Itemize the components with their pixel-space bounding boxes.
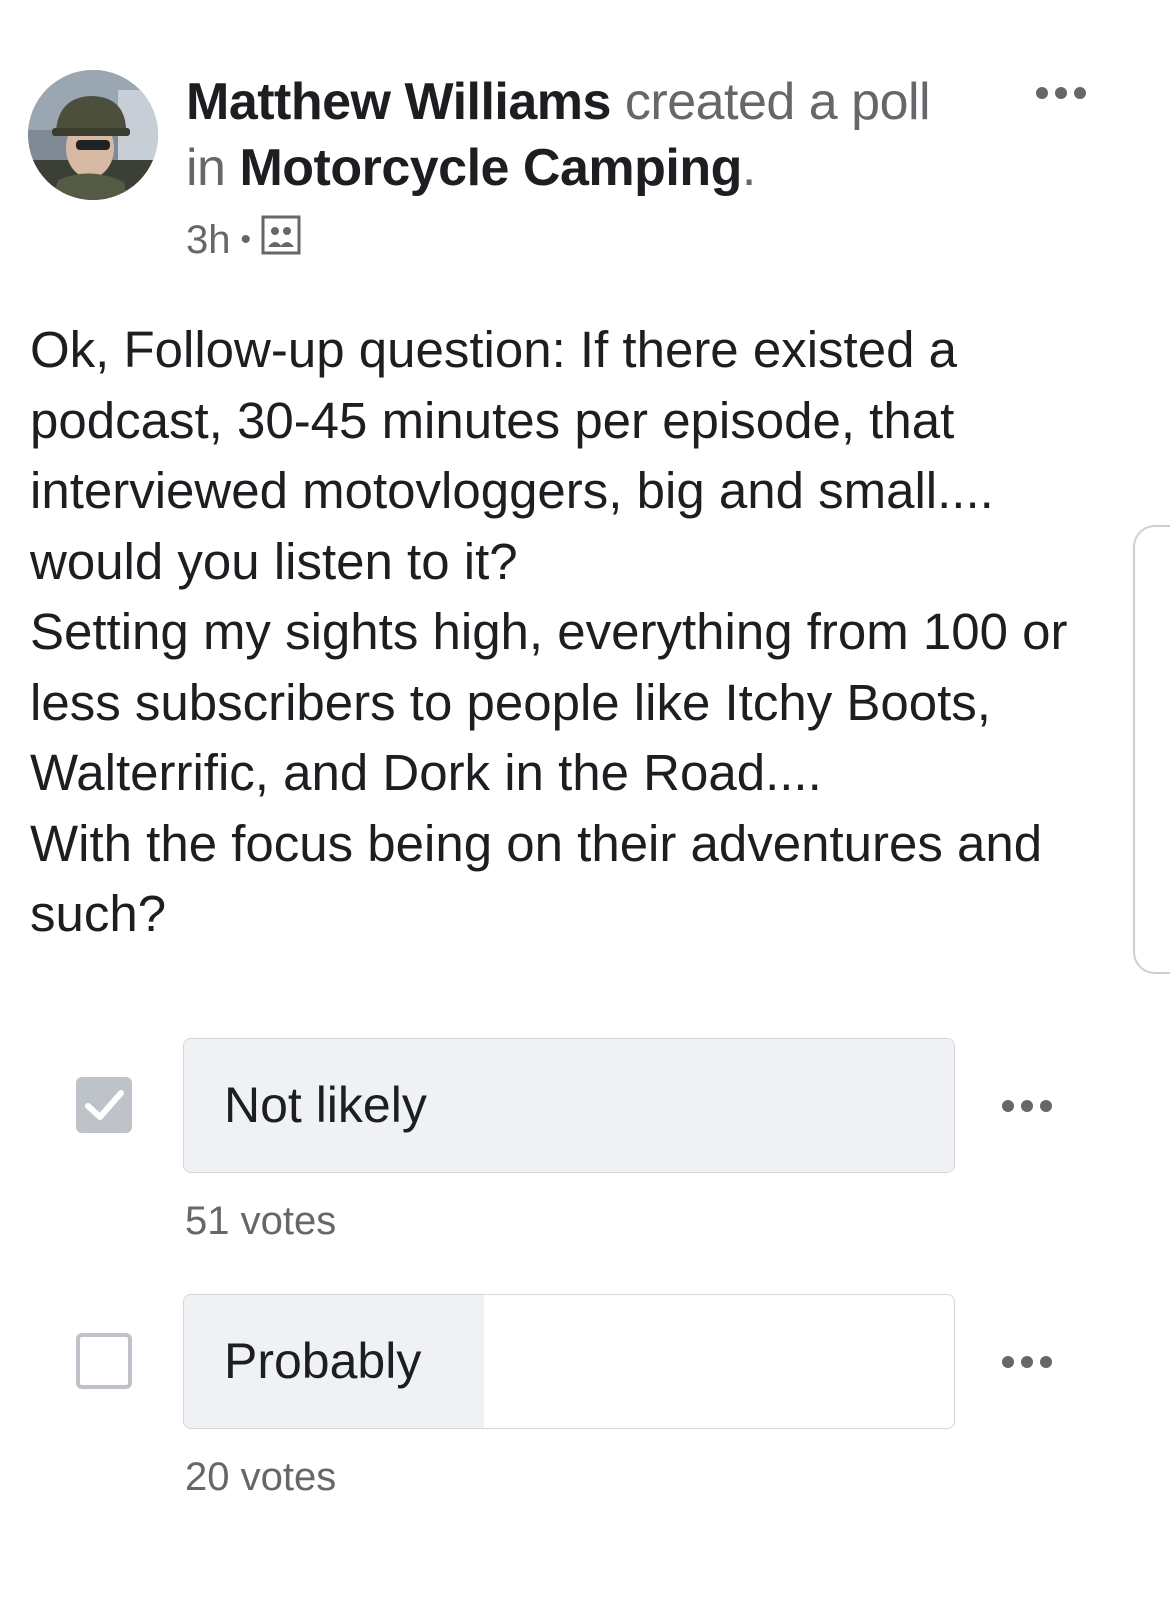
- post-header-line-2: in Motorcycle Camping.: [186, 136, 756, 200]
- poll-option-checkbox-probably[interactable]: [76, 1333, 132, 1389]
- post-header-line-1: Matthew Williams created a poll: [186, 70, 931, 134]
- post-more-options-icon[interactable]: [1030, 78, 1092, 108]
- checkmark-icon: [85, 1090, 124, 1120]
- post-action: created a poll: [624, 73, 931, 131]
- post-body-text: Ok, Follow-up question: If there existed…: [30, 321, 1068, 942]
- group-name[interactable]: Motorcycle Camping: [239, 139, 742, 197]
- poll-option-more-icon[interactable]: [996, 1091, 1058, 1121]
- poll-option-votes[interactable]: 51 votes: [185, 1196, 336, 1246]
- group-members-icon: [261, 215, 301, 265]
- meta-separator: •: [240, 223, 252, 256]
- poll-option-votes[interactable]: 20 votes: [185, 1452, 336, 1502]
- post-timestamp[interactable]: 3h: [186, 218, 231, 263]
- poll-option-probably[interactable]: Probably: [183, 1294, 955, 1429]
- poll-option-checkbox-not-likely[interactable]: [76, 1077, 132, 1133]
- scrollbar-edge[interactable]: [1133, 525, 1170, 974]
- poll-option-not-likely[interactable]: Not likely: [183, 1038, 955, 1173]
- group-suffix: .: [741, 139, 756, 197]
- poll-option-label: Not likely: [224, 1077, 427, 1133]
- author-name[interactable]: Matthew Williams: [186, 73, 611, 131]
- author-avatar[interactable]: [28, 70, 158, 200]
- post-meta: 3h •: [186, 214, 301, 266]
- in-word: in: [186, 139, 226, 197]
- poll-option-more-icon[interactable]: [996, 1347, 1058, 1377]
- poll-option-label: Probably: [224, 1333, 422, 1389]
